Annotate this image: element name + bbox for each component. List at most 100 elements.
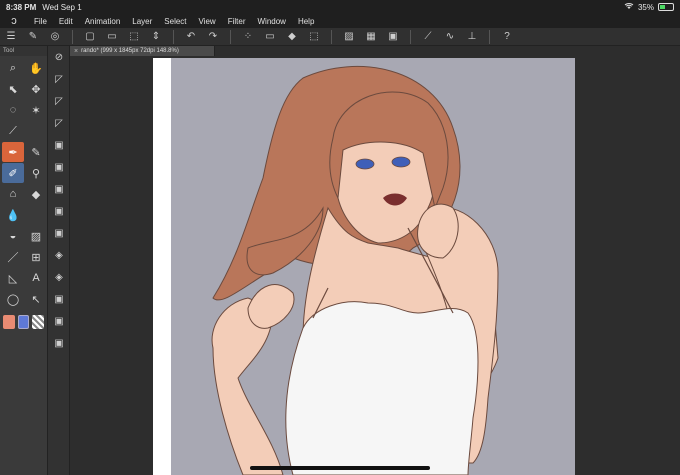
blank-tool	[25, 205, 47, 225]
clip-icon[interactable]: ▦	[362, 29, 380, 45]
color-chips	[0, 311, 47, 333]
move-icon[interactable]: ✥	[25, 79, 47, 99]
select-icon[interactable]: ⁘	[239, 29, 257, 45]
layer-icon[interactable]: ◸	[48, 90, 70, 112]
command-bar: ☰ ✎ ◎ ▢ ▭ ⬚ ⇕ ↶ ↷ ⁘ ▭ ◆ ⬚ ▨ ▦ ▣ ⟋ ∿ ⊥ ?	[0, 28, 680, 46]
menu-layer[interactable]: Layer	[126, 17, 158, 26]
layer-icon[interactable]: ◸	[48, 112, 70, 134]
brush-settings-icon[interactable]: ✎	[24, 29, 42, 45]
menu-animation[interactable]: Animation	[79, 17, 127, 26]
operation-icon[interactable]: ⬉	[2, 79, 24, 99]
save-icon[interactable]: ⬚	[125, 29, 143, 45]
view-icon[interactable]: ◎	[46, 29, 64, 45]
illustration	[153, 58, 575, 475]
toolbar-divider	[489, 29, 490, 44]
ruler-icon[interactable]: ◺	[2, 268, 24, 288]
balloon-icon[interactable]: ◯	[2, 289, 24, 309]
lasso-icon[interactable]: ◌	[2, 100, 24, 120]
toolbar-divider	[173, 29, 174, 44]
layer-icon[interactable]: ◸	[48, 68, 70, 90]
ios-status-bar: 8:38 PM Wed Sep 1 35%	[0, 0, 680, 14]
pencil-icon[interactable]: ✎	[25, 142, 47, 162]
clip-studio-logo-icon[interactable]: ↄ	[0, 15, 28, 27]
palette-icon[interactable]: ▣	[48, 332, 70, 354]
menu-bar: ↄ File Edit Animation Layer Select View …	[0, 14, 680, 28]
help-icon[interactable]: ?	[498, 29, 516, 45]
status-time: 8:38 PM	[6, 2, 37, 12]
snap-icon[interactable]: ⊥	[463, 29, 481, 45]
blend-icon[interactable]: 💧	[2, 205, 24, 225]
palette-icon[interactable]: ▣	[48, 178, 70, 200]
document-tab-label: rando* (999 x 1845px 72dpi 148.8%)	[81, 48, 179, 54]
tool-palette-header: Tool	[0, 46, 47, 56]
blank-tool	[25, 121, 47, 141]
palette-icon[interactable]: ▣	[48, 156, 70, 178]
document-tab[interactable]: × rando* (999 x 1845px 72dpi 148.8%)	[70, 46, 215, 56]
fill-icon[interactable]: ◆	[283, 29, 301, 45]
eyedropper-icon[interactable]: ⟋	[2, 121, 24, 141]
text-icon[interactable]: A	[25, 268, 47, 288]
right-eye	[391, 156, 411, 168]
clear-icon[interactable]: ▭	[261, 29, 279, 45]
eraser-icon[interactable]: ◆	[25, 184, 47, 204]
palette-icon[interactable]: ▣	[48, 222, 70, 244]
decoration-icon[interactable]: ⌂	[2, 184, 24, 204]
zoom-icon[interactable]: ⌕	[2, 58, 24, 78]
tool-grid: ⌕ ✋ ⬉ ✥ ◌ ✶ ⟋ ✒ ✎ ✐ ⚲ ⌂ ◆ 💧 ◒ ▨ ／ ⊞ ◺ A …	[0, 56, 47, 311]
transparent-color-chip[interactable]	[32, 315, 44, 329]
battery-icon	[658, 3, 674, 11]
dress	[285, 301, 479, 475]
palette-icon[interactable]: ▣	[48, 310, 70, 332]
battery-percent: 35%	[637, 2, 654, 12]
menu-window[interactable]: Window	[252, 17, 292, 26]
menu-select[interactable]: Select	[158, 17, 192, 26]
main-color-chip[interactable]	[3, 315, 15, 329]
menu-view[interactable]: View	[193, 17, 222, 26]
stabilizer-icon[interactable]: ∿	[441, 29, 459, 45]
menu-file[interactable]: File	[28, 17, 53, 26]
layers-icon[interactable]: ◈	[48, 266, 70, 288]
palette-icon[interactable]: ▣	[48, 200, 70, 222]
toolbar-divider	[72, 29, 73, 44]
layers-icon[interactable]: ◈	[48, 244, 70, 266]
export-icon[interactable]: ⇕	[147, 29, 165, 45]
pen-icon[interactable]: ✒	[2, 142, 24, 162]
sub-tool-strip: ⊘ ◸ ◸ ◸ ▣ ▣ ▣ ▣ ▣ ◈ ◈ ▣ ▣ ▣	[48, 46, 70, 475]
frame-icon[interactable]: ▣	[384, 29, 402, 45]
toolbar-divider	[410, 29, 411, 44]
frame-icon[interactable]: ⊞	[25, 247, 47, 267]
magic-wand-icon[interactable]: ✶	[25, 100, 47, 120]
redo-icon[interactable]: ↷	[204, 29, 222, 45]
ruler-icon[interactable]: ⟋	[419, 29, 437, 45]
sub-color-chip[interactable]	[17, 315, 30, 329]
figure-icon[interactable]: ／	[2, 247, 24, 267]
hide-icon[interactable]: ▨	[340, 29, 358, 45]
fill-icon[interactable]: ◒	[2, 226, 24, 246]
status-right: 35%	[624, 2, 674, 12]
transform-icon[interactable]: ⬚	[305, 29, 323, 45]
tool-palette: Tool ⌕ ✋ ⬉ ✥ ◌ ✶ ⟋ ✒ ✎ ✐ ⚲ ⌂ ◆ 💧 ◒ ▨ ／ ⊞…	[0, 46, 48, 475]
no-entry-icon[interactable]: ⊘	[48, 46, 70, 68]
menu-edit[interactable]: Edit	[53, 17, 79, 26]
toolbar-divider	[230, 29, 231, 44]
new-icon[interactable]: ▢	[81, 29, 99, 45]
airbrush-icon[interactable]: ⚲	[25, 163, 47, 183]
hand-icon[interactable]: ✋	[25, 58, 47, 78]
palette-icon[interactable]: ▣	[48, 288, 70, 310]
wifi-icon	[624, 2, 634, 12]
status-date: Wed Sep 1	[42, 2, 82, 12]
app-root: 8:38 PM Wed Sep 1 35% ↄ File Edit Animat…	[0, 0, 680, 475]
toolbar-divider	[331, 29, 332, 44]
menu-filter[interactable]: Filter	[222, 17, 252, 26]
canvas-area: × rando* (999 x 1845px 72dpi 148.8%)	[70, 46, 680, 475]
open-icon[interactable]: ▭	[103, 29, 121, 45]
brush-icon[interactable]: ✐	[2, 163, 24, 183]
gradient-icon[interactable]: ▨	[25, 226, 47, 246]
close-icon[interactable]: ×	[74, 48, 78, 55]
drawing-canvas[interactable]	[153, 58, 575, 475]
menu-icon[interactable]: ☰	[2, 29, 20, 45]
palette-icon[interactable]: ▣	[48, 134, 70, 156]
menu-help[interactable]: Help	[292, 17, 320, 26]
undo-icon[interactable]: ↶	[182, 29, 200, 45]
correct-line-icon[interactable]: ↖	[25, 289, 47, 309]
